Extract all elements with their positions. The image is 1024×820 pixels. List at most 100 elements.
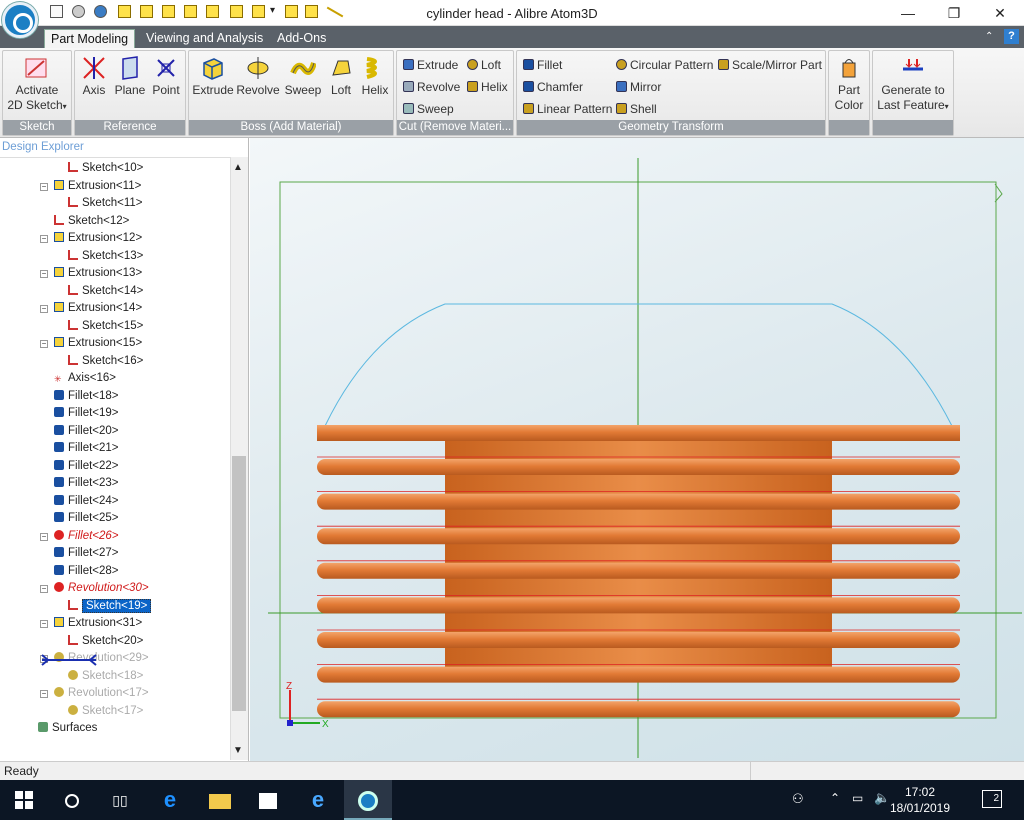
people-icon[interactable]: ⚇ <box>792 791 804 807</box>
collapse-ribbon-icon[interactable]: ⌃ <box>985 31 993 42</box>
tree-item[interactable]: Sketch<10> <box>68 160 143 177</box>
tree-item[interactable]: Extrusion<13> <box>54 265 142 282</box>
tree-item[interactable]: Sketch<12> <box>54 213 129 230</box>
tree-item-label: Fillet<23> <box>68 477 119 489</box>
tree-collapse-icon[interactable]: − <box>40 585 48 593</box>
network-icon[interactable]: ▭ <box>852 791 863 805</box>
boss-extrude-label: Extrude <box>192 83 234 97</box>
axis-button[interactable]: Axis <box>79 55 109 98</box>
tree-item[interactable]: Revolution<17> <box>54 685 149 702</box>
tree-item[interactable]: Fillet<23> <box>54 475 119 492</box>
task-view-button[interactable]: ▯▯ <box>96 780 144 820</box>
tree-collapse-icon[interactable]: − <box>40 532 48 541</box>
mirror-button[interactable]: Mirror <box>616 78 661 96</box>
tree-item[interactable]: Fillet<18> <box>54 388 119 405</box>
tree-collapse-icon[interactable]: − <box>40 340 48 348</box>
tree-item[interactable]: Sketch<15> <box>68 318 143 335</box>
tree-item[interactable]: Extrusion<15> <box>54 335 142 352</box>
tree-item[interactable]: Extrusion<11> <box>54 178 141 195</box>
notification-center-icon[interactable]: 2 <box>982 790 1002 808</box>
cut-extrude-button[interactable]: Extrude <box>403 56 458 74</box>
chamfer-button[interactable]: Chamfer <box>523 78 583 96</box>
fillet-button[interactable]: Fillet <box>523 56 562 74</box>
store-button[interactable] <box>244 780 292 820</box>
linear-pattern-button[interactable]: Linear Pattern <box>523 100 612 118</box>
tree-item[interactable]: Extrusion<31> <box>54 615 142 632</box>
generate-to-last-feature-button[interactable]: Generate to Last Feature▾ <box>873 55 953 114</box>
tree-item-label: Revolution<30> <box>68 582 149 594</box>
tree-item[interactable]: Fillet<25> <box>54 510 119 527</box>
tree-collapse-icon[interactable]: − <box>40 690 48 698</box>
chamfer-label: Chamfer <box>537 80 584 94</box>
tree-item[interactable]: Fillet<20> <box>54 423 119 440</box>
maximize-button[interactable]: ❐ <box>931 0 977 26</box>
boss-extrude-button[interactable]: Extrude <box>191 55 235 98</box>
circular-pattern-button[interactable]: Circular Pattern <box>616 56 713 74</box>
tree-item[interactable]: Fillet<22> <box>54 458 119 475</box>
tree-item[interactable]: Sketch<17> <box>68 703 143 720</box>
tree-item[interactable]: Fillet<28> <box>54 563 119 580</box>
3d-viewport[interactable]: Z X <box>250 138 1024 761</box>
cut-helix-button[interactable]: Helix <box>467 78 508 96</box>
boss-sweep-button[interactable]: Sweep <box>281 55 325 98</box>
shell-button[interactable]: Shell <box>616 100 657 118</box>
tree-item[interactable]: Sketch<16> <box>68 353 143 370</box>
tree-collapse-icon[interactable]: − <box>40 620 48 628</box>
cut-loft-button[interactable]: Loft <box>467 56 501 74</box>
tree-collapse-icon[interactable]: − <box>40 182 48 191</box>
tree-item[interactable]: Sketch<13> <box>68 248 143 265</box>
boss-loft-button[interactable]: Loft <box>325 55 357 98</box>
point-button[interactable]: Point <box>149 55 183 98</box>
ie-button[interactable]: e <box>294 780 342 820</box>
scrollbar-thumb[interactable] <box>232 456 246 711</box>
tree-item[interactable]: Surfaces <box>38 720 97 737</box>
tree-item[interactable]: Sketch<18> <box>68 668 143 685</box>
alibre-taskbar-button[interactable] <box>344 780 392 820</box>
tree-item-label: Sketch<13> <box>82 249 144 262</box>
app-logo-icon[interactable] <box>2 2 38 38</box>
minimize-button[interactable]: — <box>885 0 931 26</box>
tree-item[interactable]: Fillet<24> <box>54 493 119 510</box>
tray-expand-icon[interactable]: ⌃ <box>830 791 840 805</box>
edge-button[interactable]: e <box>146 780 194 820</box>
tab-part-modeling[interactable]: Part Modeling <box>44 29 136 48</box>
file-explorer-button[interactable] <box>196 780 244 820</box>
loft-icon <box>332 60 351 76</box>
tree-item[interactable]: Sketch<14> <box>68 283 143 300</box>
tree-item[interactable]: Sketch<20> <box>68 633 143 650</box>
tree-item[interactable]: Sketch<19> <box>68 598 152 615</box>
tree-item[interactable]: Revolution<30> <box>54 580 149 597</box>
tree-item[interactable]: Fillet<21> <box>54 440 119 457</box>
help-icon[interactable]: ? <box>1004 29 1019 44</box>
tree-item[interactable]: Extrusion<14> <box>54 300 142 317</box>
tree-item[interactable]: Sketch<11> <box>68 195 143 212</box>
tab-add-ons[interactable]: Add-Ons <box>271 29 332 48</box>
activate-2d-sketch-button[interactable]: Activate 2D Sketch▾ <box>3 55 71 114</box>
cut-revolve-button[interactable]: Revolve <box>403 78 460 96</box>
extrusion-icon <box>54 267 64 277</box>
scroll-up-icon[interactable]: ▲ <box>233 162 243 173</box>
scroll-down-icon[interactable]: ▼ <box>233 745 243 756</box>
rollback-marker-icon[interactable] <box>40 654 98 666</box>
tree-collapse-icon[interactable]: − <box>40 235 48 243</box>
tree-item[interactable]: Extrusion<12> <box>54 230 142 247</box>
tree-item[interactable]: Fillet<19> <box>54 405 119 422</box>
tree-item[interactable]: Fillet<26> <box>54 528 119 545</box>
model-view[interactable]: Z X <box>250 138 1024 761</box>
scale-mirror-part-button[interactable]: Scale/Mirror Part <box>718 56 822 74</box>
tree-collapse-icon[interactable]: − <box>40 305 48 313</box>
boss-revolve-button[interactable]: Revolve <box>236 55 280 98</box>
start-button[interactable] <box>0 780 48 820</box>
boss-helix-button[interactable]: Helix <box>357 55 393 98</box>
tree-collapse-icon[interactable]: − <box>40 270 48 278</box>
tree-item[interactable]: ✳ Axis<16> <box>54 370 116 387</box>
cut-sweep-button[interactable]: Sweep <box>403 100 454 118</box>
part-color-button[interactable]: Part Color <box>829 55 869 113</box>
fillet-icon <box>54 389 64 400</box>
clock[interactable]: 17:02 18/01/2019 <box>888 784 952 816</box>
search-button[interactable] <box>48 780 96 820</box>
plane-button[interactable]: Plane <box>113 55 147 98</box>
close-button[interactable]: ✕ <box>977 0 1023 26</box>
tab-viewing-analysis[interactable]: Viewing and Analysis <box>140 29 269 48</box>
tree-item[interactable]: Fillet<27> <box>54 545 119 562</box>
